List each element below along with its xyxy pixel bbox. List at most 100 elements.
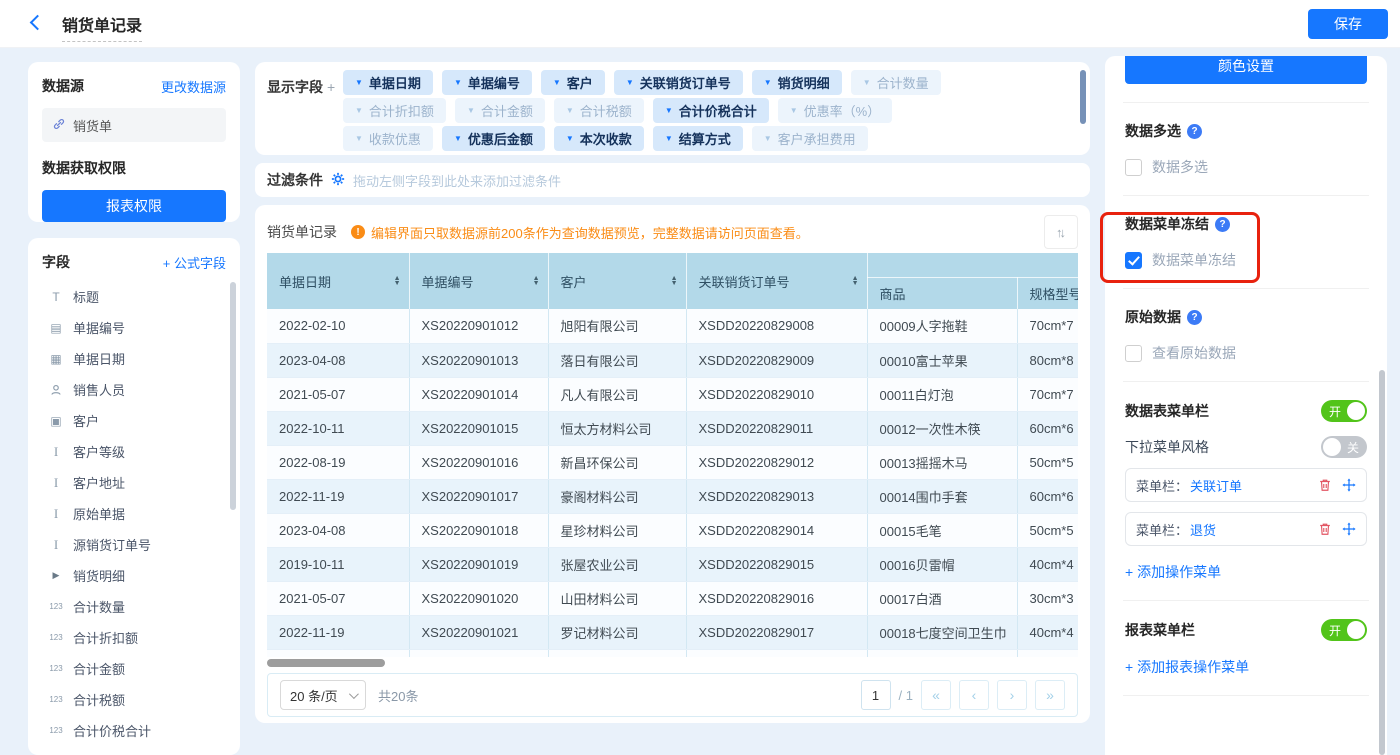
- help-icon[interactable]: ?: [1215, 217, 1230, 232]
- display-field-tag[interactable]: ▼优惠后金额: [442, 126, 545, 151]
- add-display-field-icon[interactable]: +: [327, 79, 335, 95]
- display-fields-scrollbar[interactable]: [1080, 70, 1086, 124]
- display-field-tag[interactable]: ▼关联销货订单号: [614, 70, 743, 95]
- table-horizontal-scrollbar[interactable]: [267, 659, 1078, 667]
- page-size-select[interactable]: 20 条/页: [280, 680, 366, 710]
- settings-scrollbar[interactable]: [1379, 370, 1385, 755]
- menu-freeze-checkbox[interactable]: [1125, 252, 1142, 269]
- field-item[interactable]: 123合计价税合计: [42, 715, 226, 746]
- display-field-tag[interactable]: ▼合计数量: [851, 70, 941, 95]
- table-row[interactable]: 2019-10-11XS20220901019张屋农业公司XSDD2022082…: [267, 547, 1078, 581]
- column-header[interactable]: 客户▲▼: [548, 253, 686, 309]
- field-item[interactable]: I源销货订单号: [42, 529, 226, 560]
- table-cell: XS20220901012: [409, 309, 548, 343]
- table-cell: XS20220901017: [409, 479, 548, 513]
- dropdown-style-toggle[interactable]: 关: [1321, 436, 1367, 458]
- column-header[interactable]: 单据日期▲▼: [267, 253, 409, 309]
- page-number-input[interactable]: 1: [861, 680, 891, 710]
- field-item[interactable]: ▶销货明细: [42, 560, 226, 591]
- sort-icon[interactable]: ▲▼: [394, 276, 401, 286]
- add-formula-field-link[interactable]: + 公式字段: [163, 253, 226, 272]
- warning-icon: !: [351, 225, 365, 239]
- field-item[interactable]: I客户等级: [42, 436, 226, 467]
- display-field-tag[interactable]: ▼结算方式: [653, 126, 743, 151]
- back-icon[interactable]: [30, 16, 42, 28]
- move-icon[interactable]: [1342, 478, 1356, 492]
- field-item[interactable]: ▦单据日期: [42, 343, 226, 374]
- field-item[interactable]: 123合计折扣额: [42, 622, 226, 653]
- caret-down-icon: ▼: [665, 106, 673, 115]
- display-field-tag[interactable]: ▼单据编号: [442, 70, 532, 95]
- column-header[interactable]: 关联销货订单号▲▼: [686, 253, 867, 309]
- field-item[interactable]: 123合计金额: [42, 653, 226, 684]
- table-cell: 00013摇摇木马: [867, 445, 1017, 479]
- display-field-tag[interactable]: ▼销货明细: [752, 70, 842, 95]
- report-permission-button[interactable]: 报表权限: [42, 190, 226, 222]
- field-item-label: 单据编号: [73, 318, 125, 337]
- table-cell: 70cm*7: [1017, 377, 1078, 411]
- table-row[interactable]: 2021-05-07XS20220901020山田材料公司XSDD2022082…: [267, 581, 1078, 615]
- field-item[interactable]: T标题: [42, 281, 226, 312]
- display-field-tag[interactable]: ▼单据日期: [343, 70, 433, 95]
- multi-select-checkbox[interactable]: [1125, 159, 1142, 176]
- display-field-tag[interactable]: ▼合计价税合计: [653, 98, 769, 123]
- sort-icon[interactable]: ▲▼: [671, 276, 678, 286]
- table-row[interactable]: 2022-08-19XS20220901016新昌环保公司XSDD2022082…: [267, 445, 1078, 479]
- field-item[interactable]: I客户地址: [42, 467, 226, 498]
- add-action-menu-link[interactable]: + 添加操作菜单: [1125, 562, 1221, 582]
- fields-scrollbar[interactable]: [230, 282, 236, 510]
- display-field-tag[interactable]: ▼合计税额: [554, 98, 644, 123]
- table-row[interactable]: 2023-04-08XS20220901018星珍材料公司XSDD2022082…: [267, 513, 1078, 547]
- table-row[interactable]: 2022-02-10XS20220901012旭阳有限公司XSDD2022082…: [267, 309, 1078, 343]
- field-item[interactable]: 销售人员: [42, 374, 226, 405]
- field-item[interactable]: 123合计数量: [42, 591, 226, 622]
- h-scrollbar-thumb[interactable]: [267, 659, 385, 667]
- color-settings-button[interactable]: 颜色设置: [1125, 56, 1367, 84]
- field-item[interactable]: ▤单据编号: [42, 312, 226, 343]
- raw-data-checkbox[interactable]: [1125, 345, 1142, 362]
- move-icon[interactable]: [1342, 522, 1356, 536]
- trash-icon[interactable]: [1318, 478, 1332, 492]
- display-field-tag[interactable]: ▼客户承担费用: [752, 126, 868, 151]
- sort-icon[interactable]: ▲▼: [533, 276, 540, 286]
- table-menubar-toggle[interactable]: 开: [1321, 400, 1367, 422]
- display-field-tag[interactable]: ▼本次收款: [554, 126, 644, 151]
- field-item[interactable]: 123合计税额: [42, 684, 226, 715]
- tag-label: 优惠后金额: [468, 129, 533, 148]
- display-field-tag[interactable]: ▼优惠率（%）: [778, 98, 892, 123]
- last-page-button[interactable]: »: [1035, 680, 1065, 710]
- change-datasource-link[interactable]: 更改数据源: [161, 77, 226, 96]
- help-icon[interactable]: ?: [1187, 310, 1202, 325]
- table-row[interactable]: 2022-11-19XS20220901017豪阁材料公司XSDD2022082…: [267, 479, 1078, 513]
- tag-label: 单据编号: [468, 73, 520, 92]
- table-cell: XSDD20220829015: [686, 547, 867, 581]
- display-field-tag[interactable]: ▼合计折扣额: [343, 98, 446, 123]
- field-item[interactable]: I原始单据: [42, 498, 226, 529]
- display-field-tag[interactable]: ▼客户: [541, 70, 605, 95]
- report-menubar-toggle[interactable]: 开: [1321, 619, 1367, 641]
- next-page-button[interactable]: ›: [997, 680, 1027, 710]
- table-viewport: 单据日期▲▼单据编号▲▼客户▲▼关联销货订单号▲▼商品规格型号 2022-02-…: [267, 253, 1078, 657]
- display-field-tag[interactable]: ▼合计金额: [455, 98, 545, 123]
- help-icon[interactable]: ?: [1187, 124, 1202, 139]
- sort-order-button[interactable]: ↑↓: [1044, 215, 1078, 249]
- table-row[interactable]: 2022-11-19XS20220901021罗记材料公司XSDD2022082…: [267, 615, 1078, 649]
- table-row[interactable]: 2023-04-08XS20220901013落日有限公司XSDD2022082…: [267, 343, 1078, 377]
- first-page-button[interactable]: «: [921, 680, 951, 710]
- save-button[interactable]: 保存: [1308, 9, 1388, 39]
- display-field-tag[interactable]: ▼收款优惠: [343, 126, 433, 151]
- column-header[interactable]: 单据编号▲▼: [409, 253, 548, 309]
- table-cell: 2019-10-11: [267, 547, 409, 581]
- table-cell: 00016贝雷帽: [867, 547, 1017, 581]
- datasource-item[interactable]: 销货单: [42, 108, 226, 142]
- trash-icon[interactable]: [1318, 522, 1332, 536]
- table-row[interactable]: 2022-10-11XS20220901015恒太方材料公司XSDD202208…: [267, 411, 1078, 445]
- field-item[interactable]: ▣客户: [42, 405, 226, 436]
- add-report-menu-link[interactable]: + 添加报表操作菜单: [1125, 657, 1249, 677]
- prev-page-button[interactable]: ‹: [959, 680, 989, 710]
- gear-icon[interactable]: [331, 172, 345, 189]
- sort-icon[interactable]: ▲▼: [852, 276, 859, 286]
- page-title[interactable]: 销货单记录: [62, 12, 142, 42]
- table-row[interactable]: 2021-05-07XS20220901014凡人有限公司XSDD2022082…: [267, 377, 1078, 411]
- table-cell: XS20220901019: [409, 547, 548, 581]
